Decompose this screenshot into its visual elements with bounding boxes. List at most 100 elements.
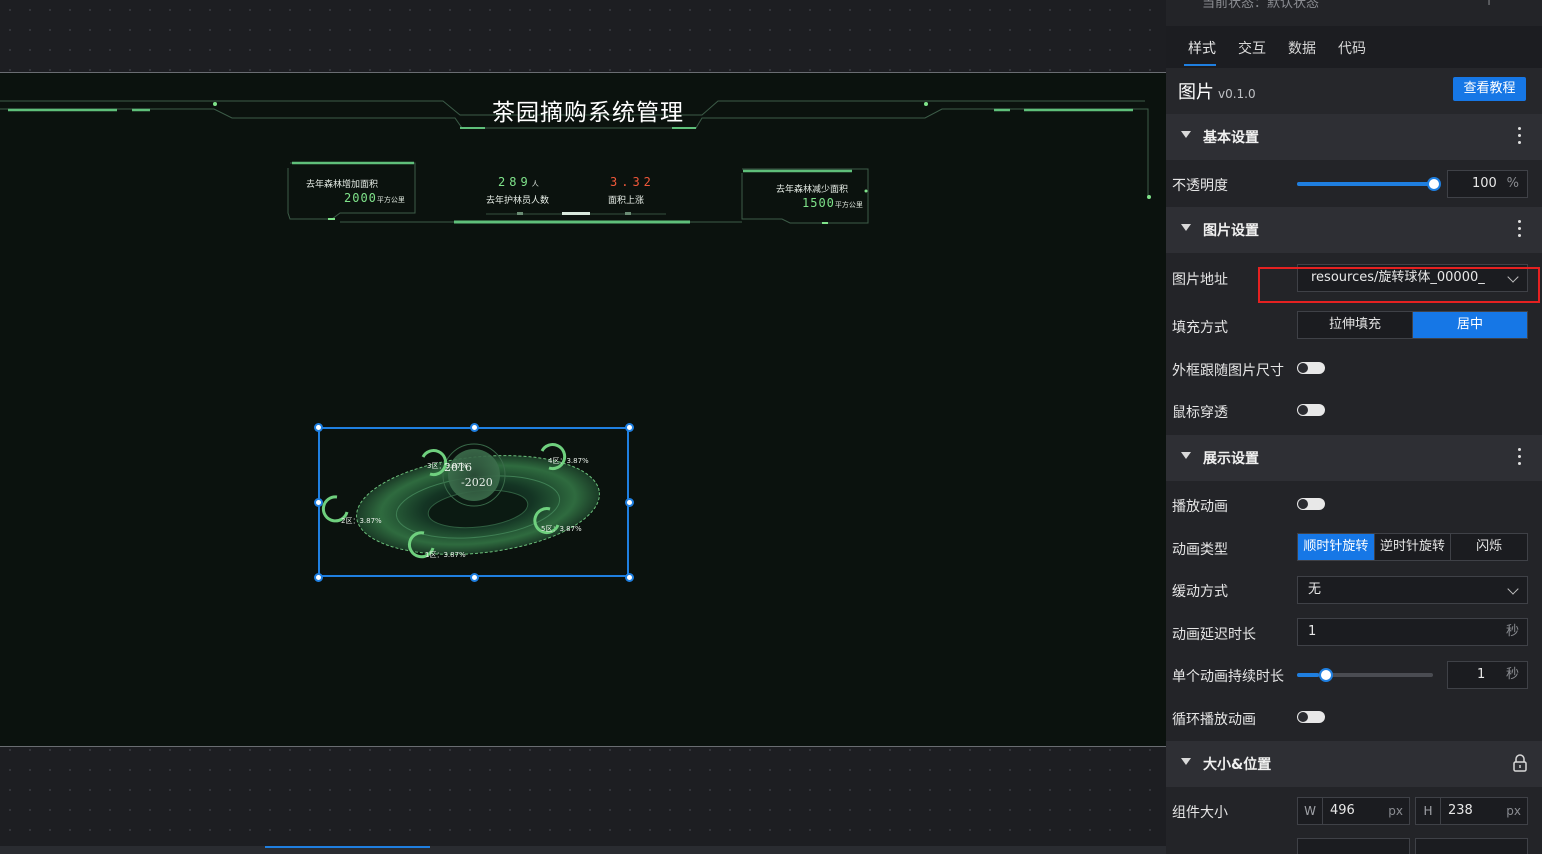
center-stat-2-value: 3.32: [610, 175, 655, 189]
image-url-label: 图片地址: [1172, 272, 1228, 288]
more-options-icon[interactable]: [1518, 127, 1522, 145]
width-value: 496: [1330, 803, 1355, 818]
opacity-value: 100: [1472, 176, 1497, 191]
resize-handle-bottom[interactable]: [470, 573, 479, 582]
editor-canvas-workspace: 茶园摘购系统管理 去年森林增加面积 2000平方公里 289人 去年护林员人数 …: [0, 0, 1166, 854]
center-stat-1-value: 289人: [498, 175, 539, 189]
component-header: 图片 v0.1.0 查看教程: [1166, 68, 1542, 114]
section-image-title: 图片设置: [1203, 223, 1259, 239]
right-panel-unit: 平方公里: [834, 201, 863, 209]
left-panel-value: 2000平方公里: [344, 191, 405, 205]
chevron-down-icon: [1507, 583, 1519, 595]
delay-input[interactable]: 1 秒: [1297, 618, 1528, 646]
opacity-label: 不透明度: [1172, 178, 1228, 194]
scrollbar-thumb[interactable]: [265, 846, 430, 848]
duration-label: 单个动画持续时长: [1172, 669, 1284, 685]
duration-slider-fill: [1297, 673, 1319, 677]
left-panel-label: 去年森林增加面积: [306, 180, 379, 190]
right-panel-value: 1500平方公里: [802, 196, 863, 210]
state-status[interactable]: 当前状态：默认状态: [1202, 0, 1319, 11]
duration-input[interactable]: 1 秒: [1447, 661, 1528, 689]
position-x-input[interactable]: [1297, 838, 1410, 854]
selection-box: [318, 427, 629, 577]
width-input[interactable]: W 496 px: [1297, 797, 1410, 825]
resize-handle-left[interactable]: [314, 498, 323, 507]
lock-icon[interactable]: [1512, 753, 1528, 773]
delay-label: 动画延迟时长: [1172, 627, 1256, 643]
tab-style[interactable]: 样式: [1188, 38, 1216, 58]
right-panel-label: 去年森林减少面积: [776, 185, 849, 195]
state-arrow-icon[interactable]: ↑: [1484, 0, 1494, 8]
view-tutorial-button[interactable]: 查看教程: [1453, 77, 1526, 101]
screen-title: 茶园摘购系统管理: [492, 100, 684, 126]
easing-select[interactable]: 无: [1297, 576, 1528, 604]
easing-label: 缓动方式: [1172, 584, 1228, 600]
component-size-label: 组件大小: [1172, 805, 1228, 821]
tab-interaction[interactable]: 交互: [1238, 38, 1266, 58]
height-input[interactable]: H 238 px: [1415, 797, 1528, 825]
more-options-icon[interactable]: [1518, 220, 1522, 238]
resize-handle-bottom-left[interactable]: [314, 573, 323, 582]
loop-label: 循环播放动画: [1172, 712, 1256, 728]
resize-handle-right[interactable]: [625, 498, 634, 507]
follow-size-label: 外框跟随图片尺寸: [1172, 363, 1284, 379]
collapse-caret-icon: [1181, 224, 1191, 231]
component-title: 图片 v0.1.0: [1178, 82, 1256, 103]
width-unit: px: [1388, 804, 1403, 818]
property-panel: 当前状态：默认状态 ↑ 样式 交互 数据 代码 图片 v0.1.0 查看教程 基本…: [1166, 0, 1542, 854]
resize-handle-top-right[interactable]: [625, 423, 634, 432]
anim-blink[interactable]: 闪烁: [1450, 534, 1527, 560]
center-stat-1-unit: 人: [531, 180, 539, 188]
duration-unit: 秒: [1505, 667, 1519, 682]
mouse-through-toggle[interactable]: [1297, 404, 1325, 416]
fill-mode-segment: 拉伸填充 居中: [1297, 311, 1528, 339]
section-display-settings[interactable]: 展示设置: [1166, 435, 1542, 481]
tab-code[interactable]: 代码: [1338, 38, 1366, 58]
highlight-annotation-box: [1258, 267, 1540, 303]
horizontal-scrollbar[interactable]: [0, 846, 1166, 854]
resize-handle-bottom-right[interactable]: [625, 573, 634, 582]
position-y-input[interactable]: [1415, 838, 1528, 854]
center-stat-2-label: 面积上涨: [608, 196, 645, 206]
section-image-settings[interactable]: 图片设置: [1166, 207, 1542, 253]
duration-value: 1: [1477, 667, 1486, 682]
follow-size-toggle[interactable]: [1297, 362, 1325, 374]
animation-type-segment: 顺时针旋转 逆时针旋转 闪烁: [1297, 533, 1528, 561]
opacity-slider-fill: [1297, 182, 1435, 186]
duration-slider-knob[interactable]: [1319, 668, 1333, 682]
opacity-input[interactable]: 100 %: [1447, 170, 1528, 198]
opacity-slider[interactable]: [1297, 177, 1441, 191]
panel-tabs: 样式 交互 数据 代码: [1166, 26, 1542, 68]
more-options-icon[interactable]: [1518, 448, 1522, 466]
section-size-position[interactable]: 大小&位置: [1166, 741, 1542, 787]
width-prefix: W: [1298, 798, 1323, 824]
component-version: v0.1.0: [1218, 87, 1256, 101]
resize-handle-top[interactable]: [470, 423, 479, 432]
opacity-slider-knob[interactable]: [1427, 177, 1441, 191]
delay-value: 1: [1308, 624, 1317, 639]
fill-mode-stretch[interactable]: 拉伸填充: [1298, 312, 1412, 338]
center-stat-1-label: 去年护林员人数: [486, 196, 550, 206]
resize-handle-top-left[interactable]: [314, 423, 323, 432]
section-display-title: 展示设置: [1203, 451, 1259, 467]
play-animation-toggle[interactable]: [1297, 498, 1325, 510]
section-basic-title: 基本设置: [1203, 130, 1259, 146]
dashboard-artboard[interactable]: 茶园摘购系统管理 去年森林增加面积 2000平方公里 289人 去年护林员人数 …: [0, 72, 1166, 747]
loop-toggle[interactable]: [1297, 711, 1325, 723]
height-value: 238: [1448, 803, 1473, 818]
animation-type-label: 动画类型: [1172, 542, 1228, 558]
collapse-caret-icon: [1181, 452, 1191, 459]
anim-clockwise[interactable]: 顺时针旋转: [1298, 534, 1374, 560]
fill-mode-label: 填充方式: [1172, 320, 1228, 336]
height-prefix: H: [1416, 798, 1441, 824]
fill-mode-center[interactable]: 居中: [1412, 312, 1527, 338]
duration-slider[interactable]: [1297, 668, 1433, 682]
opacity-unit: %: [1506, 176, 1519, 191]
tab-data[interactable]: 数据: [1288, 38, 1316, 58]
left-panel-unit: 平方公里: [376, 196, 405, 204]
mouse-through-label: 鼠标穿透: [1172, 405, 1228, 421]
active-tab-indicator: [1184, 64, 1216, 66]
collapse-caret-icon: [1181, 758, 1191, 765]
anim-counterclockwise[interactable]: 逆时针旋转: [1373, 534, 1451, 560]
section-basic-settings[interactable]: 基本设置: [1166, 114, 1542, 160]
